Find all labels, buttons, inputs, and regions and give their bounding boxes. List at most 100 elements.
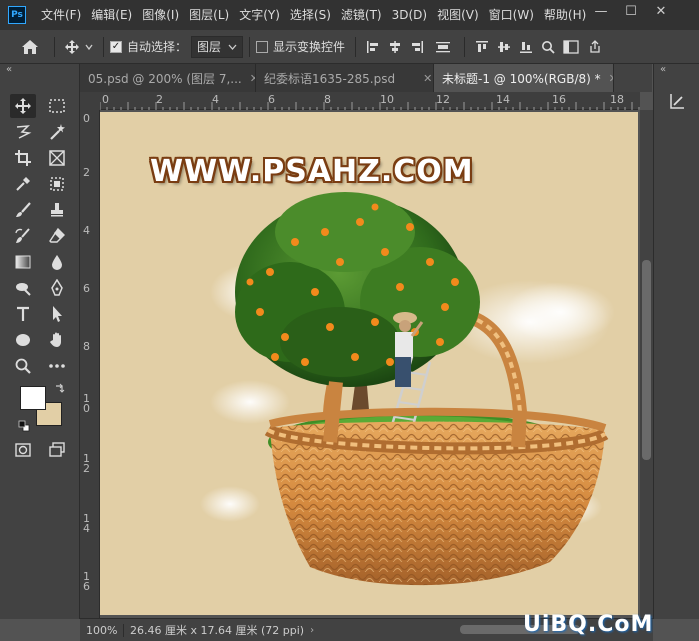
ruler-label: 1 6 xyxy=(83,570,90,593)
ruler-label: 0 xyxy=(83,112,90,125)
share-icon[interactable] xyxy=(583,39,607,54)
options-bar: ✓ 自动选择： 图层 显示变换控件 xyxy=(0,30,699,64)
align-left-icon[interactable] xyxy=(362,40,384,54)
divider xyxy=(249,36,251,57)
menu-select[interactable]: 选择(S) xyxy=(285,0,336,30)
tab-label: 05.psd @ 200% (图层 7,... xyxy=(88,71,242,86)
spot-healing-tool-icon[interactable] xyxy=(44,172,70,196)
pen-tool-icon[interactable] xyxy=(44,276,70,300)
crop-tool-icon[interactable] xyxy=(10,146,36,170)
layer-select-value: 图层 xyxy=(197,40,222,54)
menu-type[interactable]: 文字(Y) xyxy=(234,0,285,30)
close-icon[interactable]: ✕ xyxy=(609,72,613,85)
align-middle-icon[interactable] xyxy=(493,40,515,54)
tab-05-psd[interactable]: 05.psd @ 200% (图层 7,... ✕ xyxy=(80,64,256,92)
divider xyxy=(54,36,55,57)
eyedropper-tool-icon[interactable] xyxy=(10,172,36,196)
close-icon[interactable]: ✕ xyxy=(423,72,432,85)
menu-layer[interactable]: 图层(L) xyxy=(184,0,234,30)
auto-select-checkbox[interactable]: ✓ xyxy=(110,40,122,53)
minimize-button[interactable]: — xyxy=(586,0,616,22)
menu-3d[interactable]: 3D(D) xyxy=(387,0,432,30)
foreground-color-swatch[interactable] xyxy=(20,386,46,410)
magic-wand-tool-icon[interactable] xyxy=(44,120,70,144)
path-selection-tool-icon[interactable] xyxy=(44,302,70,326)
collapse-panel-icon[interactable]: « xyxy=(660,64,666,75)
auto-select-label: 自动选择： xyxy=(127,40,188,54)
collapse-panel-icon[interactable]: « xyxy=(6,64,12,75)
properties-panel-icon[interactable] xyxy=(666,90,688,112)
align-right-icon[interactable] xyxy=(406,40,428,54)
menu-image[interactable]: 图像(I) xyxy=(137,0,184,30)
vertical-ruler[interactable]: 0 2 4 6 8 1 0 1 2 1 4 1 6 xyxy=(80,110,100,618)
tab-label: 未标题-1 @ 100%(RGB/8) * xyxy=(442,71,601,86)
menu-filter[interactable]: 滤镜(T) xyxy=(336,0,387,30)
menu-list: 文件(F) 编辑(E) 图像(I) 图层(L) 文字(Y) 选择(S) 滤镜(T… xyxy=(36,0,591,30)
type-tool-icon[interactable] xyxy=(10,302,36,326)
home-icon[interactable] xyxy=(12,39,48,55)
divider xyxy=(464,36,466,57)
document-canvas[interactable]: WWW.PSAHZ.COM xyxy=(100,112,638,615)
gradient-tool-icon[interactable] xyxy=(10,250,36,274)
ruler-corner xyxy=(80,92,100,110)
ellipse-tool-icon[interactable] xyxy=(10,328,36,352)
menu-edit[interactable]: 编辑(E) xyxy=(86,0,137,30)
stamp-tool-icon[interactable] xyxy=(44,198,70,222)
move-tool-icon[interactable] xyxy=(10,94,36,118)
workspace-icon[interactable] xyxy=(559,39,583,54)
scroll-thumb[interactable] xyxy=(642,260,651,460)
frame-tool-icon[interactable] xyxy=(44,146,70,170)
close-button[interactable]: ✕ xyxy=(646,0,676,22)
photoshop-window: Ps 文件(F) 编辑(E) 图像(I) 图层(L) 文字(Y) 选择(S) 滤… xyxy=(0,0,699,641)
move-tool-preset-icon[interactable] xyxy=(61,39,97,55)
brand-watermark: UiBQ.CoM xyxy=(523,612,654,637)
eraser-tool-icon[interactable] xyxy=(44,224,70,248)
swap-colors-icon[interactable] xyxy=(54,382,66,397)
chevron-right-icon[interactable]: › xyxy=(310,625,314,636)
divider xyxy=(103,36,104,57)
blur-tool-icon[interactable] xyxy=(44,250,70,274)
ruler-label: 8 xyxy=(83,340,90,353)
align-center-icon[interactable] xyxy=(384,40,406,54)
app-logo: Ps xyxy=(8,6,26,24)
quick-mask-icon[interactable] xyxy=(10,438,36,462)
tab-label: 纪委标语1635-285.psd xyxy=(264,71,396,86)
ruler-label: 2 xyxy=(83,166,90,179)
hand-tool-icon[interactable] xyxy=(44,328,70,352)
ruler-label: 1 4 xyxy=(83,512,90,535)
menu-file[interactable]: 文件(F) xyxy=(36,0,86,30)
screen-mode-icon[interactable] xyxy=(44,438,70,462)
ruler-label: 6 xyxy=(83,282,90,295)
more-tools-icon[interactable] xyxy=(44,354,70,378)
tab-slogan-psd[interactable]: 纪委标语1635-285.psd ✕ xyxy=(256,64,434,92)
search-icon[interactable] xyxy=(537,40,559,54)
zoom-level[interactable]: 100% xyxy=(80,623,124,637)
menu-window[interactable]: 窗口(W) xyxy=(484,0,539,30)
horizontal-ruler[interactable]: 0 2 4 6 8 10 12 14 16 18 xyxy=(100,92,640,110)
ruler-label: 4 xyxy=(83,224,90,237)
ruler-label: 1 2 xyxy=(83,452,90,475)
align-top-icon[interactable] xyxy=(471,40,493,54)
marquee-tool-icon[interactable] xyxy=(44,94,70,118)
brush-tool-icon[interactable] xyxy=(10,198,36,222)
divider xyxy=(355,36,357,57)
distribute-icon[interactable] xyxy=(428,40,458,54)
layer-select-dropdown[interactable]: 图层 xyxy=(191,35,244,58)
show-transform-checkbox[interactable] xyxy=(256,40,269,53)
zoom-tool-icon[interactable] xyxy=(10,354,36,378)
dodge-tool-icon[interactable] xyxy=(10,276,36,300)
show-transform-label: 显示变换控件 xyxy=(273,40,346,54)
tools-panel: « xyxy=(0,64,80,619)
canvas-area[interactable]: WWW.PSAHZ.COM xyxy=(100,110,640,618)
default-colors-icon[interactable] xyxy=(18,420,30,435)
maximize-button[interactable]: ☐ xyxy=(616,0,646,22)
history-brush-tool-icon[interactable] xyxy=(10,224,36,248)
align-bottom-icon[interactable] xyxy=(515,40,537,54)
right-panel-dock: « xyxy=(653,64,699,619)
vertical-scrollbar[interactable] xyxy=(640,110,653,618)
ruler-label: 1 0 xyxy=(83,392,90,415)
lasso-tool-icon[interactable] xyxy=(10,120,36,144)
tab-untitled-1[interactable]: 未标题-1 @ 100%(RGB/8) * ✕ xyxy=(434,64,614,92)
menu-help[interactable]: 帮助(H) xyxy=(539,0,591,30)
menu-view[interactable]: 视图(V) xyxy=(432,0,484,30)
